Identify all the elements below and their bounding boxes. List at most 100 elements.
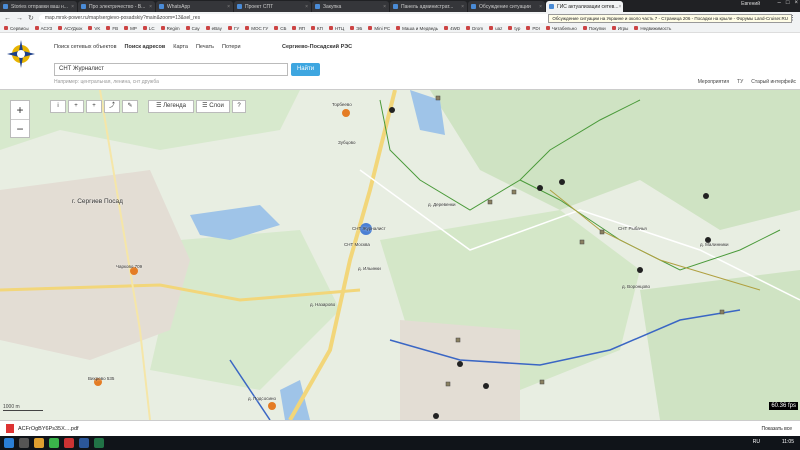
link-tu[interactable]: ТУ — [737, 79, 743, 85]
forward-icon[interactable]: → — [16, 15, 23, 22]
nav-item[interactable]: Поиск адресов — [125, 44, 166, 50]
taskbar-app-icon[interactable] — [19, 438, 29, 448]
bookmark-item[interactable]: Маша и Медведь — [396, 26, 438, 31]
explorer-icon[interactable] — [34, 438, 44, 448]
tab-title: Закупка — [323, 3, 342, 10]
bookmark-item[interactable]: typ — [508, 26, 520, 31]
bookmark-icon — [444, 26, 449, 30]
nav-item[interactable]: Печать — [196, 44, 214, 50]
bookmark-item[interactable]: PDI — [526, 26, 540, 31]
bookmark-item[interactable]: АСУДкок — [58, 26, 82, 31]
bookmark-item[interactable]: НТЦ — [328, 26, 344, 31]
back-icon[interactable]: ← — [4, 15, 11, 22]
chrome-icon[interactable] — [49, 438, 59, 448]
bookmark-icon — [526, 26, 531, 30]
close-tab-icon[interactable]: × — [227, 4, 230, 10]
bookmark-item[interactable]: Сервисы — [4, 26, 29, 31]
excel-icon[interactable] — [94, 438, 104, 448]
window-controls: – □ × — [778, 0, 798, 6]
browser-tab[interactable]: Обсуждение ситуации × — [468, 1, 545, 12]
show-all-downloads[interactable]: Показать все — [761, 426, 792, 432]
bookmark-item[interactable]: ЯП — [292, 26, 305, 31]
bookmark-item[interactable]: АСУЗ — [34, 25, 53, 31]
add-button[interactable]: + — [68, 100, 84, 113]
word-icon[interactable] — [79, 438, 89, 448]
map-label: Чарково 709 — [116, 264, 143, 269]
browser-tab[interactable]: Панель администрат... × — [390, 1, 467, 12]
bookmark-item[interactable]: eBay — [205, 26, 222, 31]
bookmark-item[interactable]: МОС ГУ — [245, 26, 268, 31]
bookmark-item[interactable]: Сау — [185, 26, 200, 31]
info-button[interactable]: i — [50, 100, 66, 113]
bookmark-icon — [350, 26, 355, 30]
bookmark-icon — [292, 26, 297, 30]
browser-tab[interactable]: Закупка × — [312, 1, 389, 12]
zoom-out-button[interactable]: − — [11, 119, 29, 137]
minimize-icon[interactable]: – — [778, 0, 781, 6]
region-title[interactable]: Сергиево-Посадский РЭС — [282, 44, 352, 50]
start-icon[interactable] — [4, 438, 14, 448]
bookmark-icon — [160, 26, 165, 30]
close-tab-icon[interactable]: × — [461, 4, 464, 10]
bookmark-label: АСУЗ — [40, 25, 53, 31]
language-indicator[interactable]: RU — [753, 439, 760, 445]
taskbar-app-icon[interactable] — [64, 438, 74, 448]
bookmark-item[interactable]: Недвижимость — [634, 26, 671, 31]
help-button[interactable]: ? — [232, 100, 246, 113]
profile-name[interactable]: Евгений — [741, 1, 760, 7]
map-label: СНТ Москва — [344, 242, 370, 247]
bookmark-icon — [634, 26, 639, 30]
download-file[interactable]: ACFrOgBY6Ps35X....pdf — [18, 426, 79, 432]
map-label: СНТ Рыбачья — [618, 226, 647, 231]
bookmark-item[interactable]: uaz — [489, 26, 502, 31]
browser-tab[interactable]: ГИС актуализации сетев... × — [546, 1, 623, 12]
share-icon[interactable]: ⤴ — [104, 100, 120, 113]
bookmark-item[interactable]: VK — [88, 26, 100, 31]
browser-tab[interactable]: Проект СПТ × — [234, 1, 311, 12]
bookmark-item[interactable]: FB — [106, 26, 118, 31]
close-icon[interactable]: × — [794, 0, 798, 6]
bookmark-item[interactable]: 4WD — [444, 26, 460, 31]
bookmark-item[interactable]: ГУ — [227, 26, 239, 31]
bookmark-item[interactable]: Читабельно — [545, 26, 577, 31]
bookmark-item[interactable]: ЭБ — [350, 26, 362, 31]
nav-item[interactable]: Потери — [222, 44, 241, 50]
map-label: д. Малинники — [700, 242, 729, 247]
close-tab-icon[interactable]: × — [71, 4, 74, 10]
maximize-icon[interactable]: □ — [786, 0, 790, 6]
bookmark-item[interactable]: КП — [310, 26, 323, 31]
reload-icon[interactable]: ↻ — [28, 14, 34, 22]
legend-label: Легенда — [163, 103, 186, 109]
bookmark-item[interactable]: СБ — [274, 26, 286, 31]
map-view[interactable]: г. Сергиев Посад Торбеево СНТ Журналист Зуб… — [0, 90, 800, 420]
bookmark-icon — [489, 26, 494, 30]
close-tab-icon[interactable]: × — [539, 4, 542, 10]
close-tab-icon[interactable]: × — [618, 4, 621, 10]
browser-tab[interactable]: WhatsApp × — [156, 1, 233, 12]
bookmark-item[interactable]: Drom — [466, 26, 483, 31]
add-object-button[interactable]: + — [86, 100, 102, 113]
bookmark-item[interactable]: LC — [142, 26, 155, 31]
bookmark-item[interactable]: MP — [124, 26, 137, 31]
map-canvas[interactable] — [0, 90, 800, 420]
legend-button[interactable]: ☰ Легенда — [148, 100, 194, 113]
link-events[interactable]: Мероприятия — [698, 79, 729, 85]
close-tab-icon[interactable]: × — [383, 4, 386, 10]
close-tab-icon[interactable]: × — [149, 4, 152, 10]
nav-item[interactable]: Карта — [173, 44, 188, 50]
bookmark-item[interactable]: Игры — [611, 26, 628, 31]
bookmark-item[interactable]: Покупки — [582, 26, 606, 31]
link-old-interface[interactable]: Старый интерфейс — [751, 79, 796, 85]
edit-icon[interactable]: ✎ — [122, 100, 138, 113]
zoom-in-button[interactable]: + — [11, 101, 29, 119]
find-button[interactable]: Найти — [291, 63, 320, 76]
bookmark-item[interactable]: Mini PC — [368, 26, 390, 31]
nav-item[interactable]: Поиск сетевых объектов — [54, 44, 117, 50]
address-search-input[interactable]: СНТ Журналист — [54, 63, 288, 76]
bookmark-icon — [124, 26, 129, 30]
browser-tab[interactable]: Про электричество - В... × — [78, 1, 155, 12]
bookmark-item[interactable]: Regim — [160, 26, 180, 31]
layers-button[interactable]: ☰ Слои — [196, 100, 230, 113]
browser-tab[interactable]: Stories отправки ваш н... × — [0, 1, 77, 12]
close-tab-icon[interactable]: × — [305, 4, 308, 10]
